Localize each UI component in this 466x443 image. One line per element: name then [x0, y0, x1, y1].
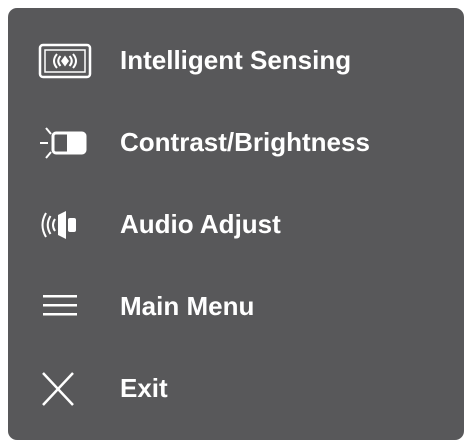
speaker-icon [38, 200, 94, 248]
menu-item-label: Main Menu [120, 291, 255, 321]
menu-item-label: Exit [120, 373, 168, 403]
intelligent-sensing-icon [38, 36, 94, 84]
menu-item-label: Contrast/Brightness [120, 127, 370, 157]
menu-item-label: Audio Adjust [120, 209, 281, 239]
contrast-brightness-icon [38, 118, 94, 166]
menu-item-main-menu[interactable]: Main Menu [8, 276, 464, 336]
hamburger-menu-icon [38, 282, 94, 330]
menu-item-label: Intelligent Sensing [120, 45, 352, 75]
osd-quick-menu-panel: Intelligent Sensing Contrast/Brightness [8, 8, 464, 440]
menu-item-exit[interactable]: Exit [8, 358, 464, 418]
menu-item-audio-adjust[interactable]: Audio Adjust [8, 194, 464, 254]
menu-item-contrast-brightness[interactable]: Contrast/Brightness [8, 112, 464, 172]
menu-item-intelligent-sensing[interactable]: Intelligent Sensing [8, 30, 464, 90]
close-icon [38, 364, 94, 412]
